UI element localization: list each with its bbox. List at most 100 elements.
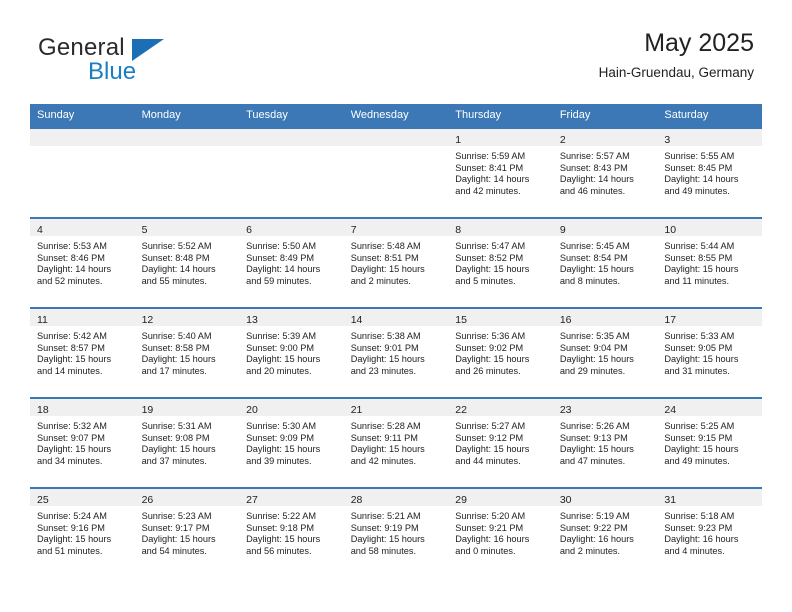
calendar-day-cell[interactable]: 13 Sunrise: 5:39 AM Sunset: 9:00 PM Dayligh…: [239, 307, 344, 398]
sunrise-time: Sunrise: 5:47 AM: [455, 241, 526, 251]
calendar-week-row: 4 Sunrise: 5:53 AM Sunset: 8:46 PM Daylight…: [30, 217, 762, 308]
calendar-day-cell[interactable]: 19 Sunrise: 5:31 AM Sunset: 9:08 PM Dayligh…: [134, 397, 240, 488]
calendar-day-cell[interactable]: 7 Sunrise: 5:48 AM Sunset: 8:51 PM Daylight…: [343, 217, 449, 308]
day-number-strip: 14: [343, 309, 449, 326]
calendar-day-cell[interactable]: 15 Sunrise: 5:36 AM Sunset: 9:02 PM Dayligh…: [448, 307, 553, 398]
weekday-header-saturday: Saturday: [664, 109, 709, 121]
calendar-day-cell-empty: [343, 127, 449, 218]
calendar-day-cell[interactable]: 24 Sunrise: 5:25 AM Sunset: 9:15 PM Dayligh…: [657, 397, 762, 488]
calendar-day-cell[interactable]: 17 Sunrise: 5:33 AM Sunset: 9:05 PM Dayligh…: [657, 307, 762, 398]
sunrise-time: Sunrise: 5:55 AM: [664, 151, 735, 161]
calendar-day-cell[interactable]: 2 Sunrise: 5:57 AM Sunset: 8:43 PM Daylight…: [552, 127, 658, 218]
daylight-duration-line2: and 58 minutes.: [350, 545, 417, 556]
calendar-day-cell[interactable]: 31 Sunrise: 5:18 AM Sunset: 9:23 PM Dayligh…: [657, 487, 762, 578]
calendar-day-cell[interactable]: 3 Sunrise: 5:55 AM Sunset: 8:45 PM Daylight…: [657, 127, 762, 218]
day-details: Sunrise: 5:18 AM Sunset: 9:23 PM Daylight:…: [657, 506, 762, 557]
calendar-week-row: 11 Sunrise: 5:42 AM Sunset: 8:57 PM Dayligh…: [30, 307, 762, 398]
day-number: 20: [246, 404, 258, 416]
daylight-duration-line2: and 54 minutes.: [141, 545, 207, 556]
calendar-day-cell[interactable]: 6 Sunrise: 5:50 AM Sunset: 8:49 PM Daylight…: [239, 217, 344, 308]
calendar-day-cell[interactable]: 8 Sunrise: 5:47 AM Sunset: 8:52 PM Daylight…: [448, 217, 553, 308]
day-number: 26: [141, 494, 154, 506]
daylight-duration-line1: Daylight: 14 hours: [246, 264, 321, 275]
daylight-duration-line2: and 29 minutes.: [559, 365, 626, 376]
calendar-day-cell[interactable]: 5 Sunrise: 5:52 AM Sunset: 8:48 PM Daylight…: [134, 217, 240, 308]
weekday-header-thursday: Thursday: [455, 109, 502, 121]
day-number: 17: [664, 314, 677, 326]
sunset-time: Sunset: 9:23 PM: [664, 522, 733, 533]
calendar-week-row: 1 Sunrise: 5:59 AM Sunset: 8:41 PM Daylight…: [30, 127, 762, 218]
sunrise-time: Sunrise: 5:45 AM: [559, 241, 630, 251]
day-number-strip: 13: [239, 309, 344, 326]
calendar-day-cell[interactable]: 9 Sunrise: 5:45 AM Sunset: 8:54 PM Daylight…: [552, 217, 658, 308]
day-details: Sunrise: 5:25 AM Sunset: 9:15 PM Daylight:…: [657, 416, 762, 467]
day-number-strip: [343, 129, 449, 146]
calendar-day-cell[interactable]: 10 Sunrise: 5:44 AM Sunset: 8:55 PM Dayligh…: [657, 217, 762, 308]
daylight-duration-line1: Daylight: 15 hours: [141, 534, 216, 545]
daylight-duration-line1: Daylight: 16 hours: [455, 534, 530, 545]
calendar-day-cell[interactable]: 16 Sunrise: 5:35 AM Sunset: 9:04 PM Dayligh…: [552, 307, 658, 398]
day-details: Sunrise: 5:21 AM Sunset: 9:19 PM Daylight:…: [344, 506, 449, 557]
calendar-week-row: 25 Sunrise: 5:24 AM Sunset: 9:16 PM Dayligh…: [30, 487, 762, 578]
day-details: Sunrise: 5:33 AM Sunset: 9:05 PM Daylight:…: [657, 326, 762, 377]
sunrise-time: Sunrise: 5:26 AM: [559, 421, 630, 431]
daylight-duration-line1: Daylight: 15 hours: [350, 444, 425, 455]
calendar-day-cell[interactable]: 14 Sunrise: 5:38 AM Sunset: 9:01 PM Dayligh…: [343, 307, 449, 398]
sunrise-time: Sunrise: 5:30 AM: [246, 421, 317, 431]
daylight-duration-line2: and 17 minutes.: [141, 365, 207, 376]
calendar-day-cell[interactable]: 4 Sunrise: 5:53 AM Sunset: 8:46 PM Daylight…: [30, 217, 135, 308]
calendar-day-cell[interactable]: 18 Sunrise: 5:32 AM Sunset: 9:07 PM Dayligh…: [30, 397, 135, 488]
day-number: 6: [246, 224, 252, 236]
calendar-day-cell[interactable]: 25 Sunrise: 5:24 AM Sunset: 9:16 PM Dayligh…: [30, 487, 135, 578]
brand-logo[interactable]: General Blue: [38, 36, 238, 92]
day-details: Sunrise: 5:27 AM Sunset: 9:12 PM Daylight:…: [448, 416, 553, 467]
sunrise-time: Sunrise: 5:22 AM: [246, 511, 317, 521]
day-details: Sunrise: 5:23 AM Sunset: 9:17 PM Daylight:…: [135, 506, 240, 557]
daylight-duration-line1: Daylight: 15 hours: [37, 444, 112, 455]
day-number-strip: 25: [30, 489, 135, 506]
calendar-day-cell[interactable]: 22 Sunrise: 5:27 AM Sunset: 9:12 PM Dayligh…: [448, 397, 553, 488]
calendar-day-cell[interactable]: 12 Sunrise: 5:40 AM Sunset: 8:58 PM Dayligh…: [134, 307, 240, 398]
sunrise-time: Sunrise: 5:27 AM: [455, 421, 526, 431]
daylight-duration-line1: Daylight: 14 hours: [141, 264, 216, 275]
day-number: 23: [559, 404, 572, 416]
calendar-day-cell[interactable]: 26 Sunrise: 5:23 AM Sunset: 9:17 PM Dayligh…: [134, 487, 240, 578]
location-label: Hain-Gruendau, Germany: [598, 64, 754, 80]
weekday-header-wednesday: Wednesday: [350, 109, 409, 121]
sunrise-time: Sunrise: 5:44 AM: [664, 241, 735, 251]
daylight-duration-line1: Daylight: 14 hours: [455, 174, 530, 185]
calendar-day-cell[interactable]: 28 Sunrise: 5:21 AM Sunset: 9:19 PM Dayligh…: [343, 487, 449, 578]
calendar-day-cell[interactable]: 1 Sunrise: 5:59 AM Sunset: 8:41 PM Daylight…: [448, 127, 553, 218]
calendar-day-cell[interactable]: 23 Sunrise: 5:26 AM Sunset: 9:13 PM Dayligh…: [552, 397, 658, 488]
sunrise-time: Sunrise: 5:21 AM: [350, 511, 421, 521]
calendar-day-cell[interactable]: 29 Sunrise: 5:20 AM Sunset: 9:21 PM Dayligh…: [448, 487, 553, 578]
day-details: Sunrise: 5:32 AM Sunset: 9:07 PM Daylight:…: [30, 416, 135, 467]
day-details: Sunrise: 5:19 AM Sunset: 9:22 PM Daylight:…: [553, 506, 658, 557]
day-number-strip: 6: [239, 219, 344, 236]
calendar-day-cell[interactable]: 20 Sunrise: 5:30 AM Sunset: 9:09 PM Dayligh…: [239, 397, 344, 488]
day-number-strip: 24: [657, 399, 762, 416]
day-number: 21: [350, 404, 363, 416]
calendar-day-cell[interactable]: 21 Sunrise: 5:28 AM Sunset: 9:11 PM Dayligh…: [343, 397, 449, 488]
sunset-time: Sunset: 9:05 PM: [664, 342, 733, 353]
calendar-day-cell-empty: [239, 127, 344, 218]
calendar-day-cell[interactable]: 27 Sunrise: 5:22 AM Sunset: 9:18 PM Dayligh…: [239, 487, 344, 578]
day-number-strip: 16: [552, 309, 658, 326]
day-details: Sunrise: 5:59 AM Sunset: 8:41 PM Daylight:…: [448, 146, 553, 197]
day-details: Sunrise: 5:22 AM Sunset: 9:18 PM Daylight:…: [239, 506, 344, 557]
sunset-time: Sunset: 8:52 PM: [455, 252, 524, 263]
day-number: 12: [141, 314, 154, 326]
daylight-duration-line1: Daylight: 14 hours: [559, 174, 634, 185]
sunrise-time: Sunrise: 5:32 AM: [37, 421, 107, 431]
sunset-time: Sunset: 9:07 PM: [37, 432, 105, 443]
daylight-duration-line1: Daylight: 15 hours: [664, 264, 739, 275]
calendar-day-cell[interactable]: 11 Sunrise: 5:42 AM Sunset: 8:57 PM Dayligh…: [30, 307, 135, 398]
day-number-strip: [239, 129, 344, 146]
day-details: Sunrise: 5:53 AM Sunset: 8:46 PM Daylight:…: [30, 236, 135, 287]
calendar-day-cell[interactable]: 30 Sunrise: 5:19 AM Sunset: 9:22 PM Dayligh…: [552, 487, 658, 578]
day-details: Sunrise: 5:52 AM Sunset: 8:48 PM Daylight:…: [135, 236, 240, 287]
sunrise-time: Sunrise: 5:23 AM: [141, 511, 212, 521]
brand-name-blue: Blue: [88, 58, 137, 85]
day-number: 24: [664, 404, 677, 416]
daylight-duration-line2: and 42 minutes.: [455, 185, 521, 196]
